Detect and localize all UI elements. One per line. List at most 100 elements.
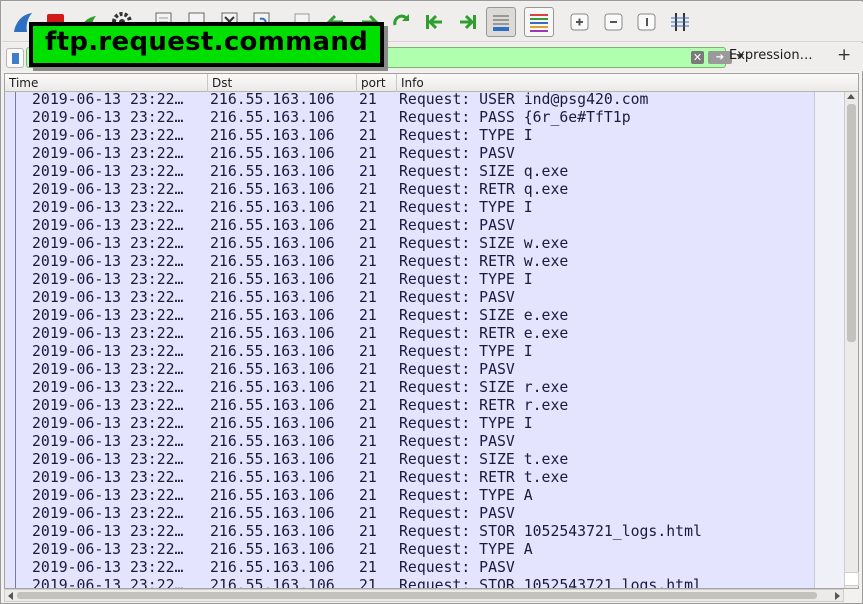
- packet-time: 2019-06-13 23:22…: [32, 505, 184, 522]
- packet-row[interactable]: 2019-06-13 23:22… 216.55.163.106 21 Request…: [5, 253, 814, 272]
- scroll-left-icon[interactable]: [8, 592, 13, 600]
- packet-dst: 216.55.163.106: [210, 145, 335, 162]
- horizontal-scrollbar-thumb[interactable]: [17, 592, 817, 599]
- related-packet-marker: [15, 110, 16, 128]
- packet-info: Request: PASS {6r_6e#TfT1p: [399, 109, 631, 126]
- expression-button[interactable]: Expression…: [729, 48, 813, 63]
- column-header-info[interactable]: Info: [397, 74, 858, 92]
- resize-columns-icon[interactable]: [668, 10, 692, 34]
- packet-row[interactable]: 2019-06-13 23:22… 216.55.163.106 21 Request…: [5, 181, 814, 200]
- packet-row[interactable]: 2019-06-13 23:22… 216.55.163.106 21 Request…: [5, 217, 814, 236]
- packet-dst: 216.55.163.106: [210, 307, 335, 324]
- related-packet-marker: [15, 290, 16, 308]
- packet-row[interactable]: 2019-06-13 23:22… 216.55.163.106 21 Request…: [5, 235, 814, 254]
- add-filter-button[interactable]: +: [837, 45, 851, 65]
- packet-port: 21: [359, 253, 377, 270]
- packet-row[interactable]: 2019-06-13 23:22… 216.55.163.106 21 Request…: [5, 289, 814, 308]
- last-packet-icon[interactable]: [456, 10, 480, 34]
- packet-row[interactable]: 2019-06-13 23:22… 216.55.163.106 21 Request…: [5, 559, 814, 578]
- packet-dst: 216.55.163.106: [210, 433, 335, 450]
- packet-row[interactable]: 2019-06-13 23:22… 216.55.163.106 21 Request…: [5, 433, 814, 452]
- related-packet-marker: [15, 326, 16, 344]
- packet-row[interactable]: 2019-06-13 23:22… 216.55.163.106 21 Request…: [5, 469, 814, 488]
- horizontal-scrollbar[interactable]: [4, 589, 844, 602]
- packet-info: Request: PASV: [399, 433, 515, 450]
- related-packet-marker: [15, 452, 16, 470]
- packet-port: 21: [359, 145, 377, 162]
- packet-row[interactable]: 2019-06-13 23:22… 216.55.163.106 21 Request…: [5, 505, 814, 524]
- scroll-right-icon[interactable]: [835, 592, 840, 600]
- go-to-packet-icon[interactable]: [390, 10, 414, 34]
- colorize-icon[interactable]: [524, 7, 554, 37]
- packet-info: Request: PASV: [399, 361, 515, 378]
- packet-time: 2019-06-13 23:22…: [32, 307, 184, 324]
- packet-row[interactable]: 2019-06-13 23:22… 216.55.163.106 21 Request…: [5, 523, 814, 542]
- packet-row[interactable]: 2019-06-13 23:22… 216.55.163.106 21 Request…: [5, 307, 814, 326]
- zoom-out-icon[interactable]: [602, 10, 626, 34]
- autoscroll-icon[interactable]: [486, 7, 516, 37]
- related-packet-marker: [15, 506, 16, 524]
- packet-dst: 216.55.163.106: [210, 577, 335, 588]
- zoom-in-icon[interactable]: [568, 10, 592, 34]
- column-header-time[interactable]: Time: [5, 74, 208, 92]
- column-header-port[interactable]: port: [357, 74, 397, 92]
- vertical-scrollbar-thumb[interactable]: [847, 104, 856, 342]
- packet-info: Request: TYPE I: [399, 271, 533, 288]
- packet-dst: 216.55.163.106: [210, 415, 335, 432]
- packet-time: 2019-06-13 23:22…: [32, 181, 184, 198]
- packet-row[interactable]: 2019-06-13 23:22… 216.55.163.106 21 Request…: [5, 577, 814, 588]
- related-packet-marker: [15, 434, 16, 452]
- packet-dst: 216.55.163.106: [210, 451, 335, 468]
- packet-row[interactable]: 2019-06-13 23:22… 216.55.163.106 21 Request…: [5, 379, 814, 398]
- packet-row[interactable]: 2019-06-13 23:22… 216.55.163.106 21 Request…: [5, 163, 814, 182]
- packet-row[interactable]: 2019-06-13 23:22… 216.55.163.106 21 Request…: [5, 397, 814, 416]
- packet-dst: 216.55.163.106: [210, 181, 335, 198]
- packet-port: 21: [359, 379, 377, 396]
- packet-port: 21: [359, 289, 377, 306]
- packet-row[interactable]: 2019-06-13 23:22… 216.55.163.106 21 Request…: [5, 343, 814, 362]
- packet-list-margin: [814, 92, 844, 588]
- scroll-up-icon[interactable]: [847, 94, 855, 99]
- packet-row[interactable]: 2019-06-13 23:22… 216.55.163.106 21 Request…: [5, 145, 814, 164]
- vertical-scrollbar[interactable]: [844, 92, 858, 588]
- packet-time: 2019-06-13 23:22…: [32, 541, 184, 558]
- packet-row[interactable]: 2019-06-13 23:22… 216.55.163.106 21 Request…: [5, 415, 814, 434]
- packet-dst: 216.55.163.106: [210, 487, 335, 504]
- packet-row[interactable]: 2019-06-13 23:22… 216.55.163.106 21 Request…: [5, 109, 814, 128]
- filter-bookmark-icon[interactable]: [6, 48, 24, 68]
- packet-info: Request: SIZE e.exe: [399, 307, 569, 324]
- packet-row[interactable]: 2019-06-13 23:22… 216.55.163.106 21 Request…: [5, 361, 814, 380]
- packet-row[interactable]: 2019-06-13 23:22… 216.55.163.106 21 Request…: [5, 487, 814, 506]
- packet-port: 21: [359, 505, 377, 522]
- packet-port: 21: [359, 469, 377, 486]
- packet-port: 21: [359, 217, 377, 234]
- packet-row[interactable]: 2019-06-13 23:22… 216.55.163.106 21 Request…: [5, 199, 814, 218]
- packet-port: 21: [359, 235, 377, 252]
- packet-row[interactable]: 2019-06-13 23:22… 216.55.163.106 21 Request…: [5, 325, 814, 344]
- packet-info: Request: SIZE w.exe: [399, 235, 569, 252]
- column-header-dst[interactable]: Dst: [208, 74, 357, 92]
- clear-filter-icon[interactable]: ✕: [691, 51, 704, 64]
- packet-info: Request: PASV: [399, 217, 515, 234]
- packet-port: 21: [359, 487, 377, 504]
- packet-time: 2019-06-13 23:22…: [32, 109, 184, 126]
- packet-info: Request: SIZE t.exe: [399, 451, 569, 468]
- packet-dst: 216.55.163.106: [210, 559, 335, 576]
- packet-row[interactable]: 2019-06-13 23:22… 216.55.163.106 21 Request…: [5, 127, 814, 146]
- packet-row[interactable]: 2019-06-13 23:22… 216.55.163.106 21 Request…: [5, 541, 814, 560]
- related-packet-marker: [15, 362, 16, 380]
- related-packet-marker: [15, 308, 16, 326]
- normal-size-icon[interactable]: [635, 10, 659, 34]
- first-packet-icon[interactable]: [422, 10, 446, 34]
- packet-info: Request: TYPE I: [399, 415, 533, 432]
- packet-dst: 216.55.163.106: [210, 271, 335, 288]
- packet-info: Request: RETR e.exe: [399, 325, 569, 342]
- related-packet-marker: [15, 470, 16, 488]
- packet-port: 21: [359, 199, 377, 216]
- related-packet-marker: [15, 416, 16, 434]
- packet-row[interactable]: 2019-06-13 23:22… 216.55.163.106 21 Request…: [5, 451, 814, 470]
- packet-row[interactable]: 2019-06-13 23:22… 216.55.163.106 21 Request…: [5, 271, 814, 290]
- related-packet-marker: [15, 200, 16, 218]
- packet-port: 21: [359, 325, 377, 342]
- packet-row[interactable]: 2019-06-13 23:22… 216.55.163.106 21 Request…: [5, 92, 814, 110]
